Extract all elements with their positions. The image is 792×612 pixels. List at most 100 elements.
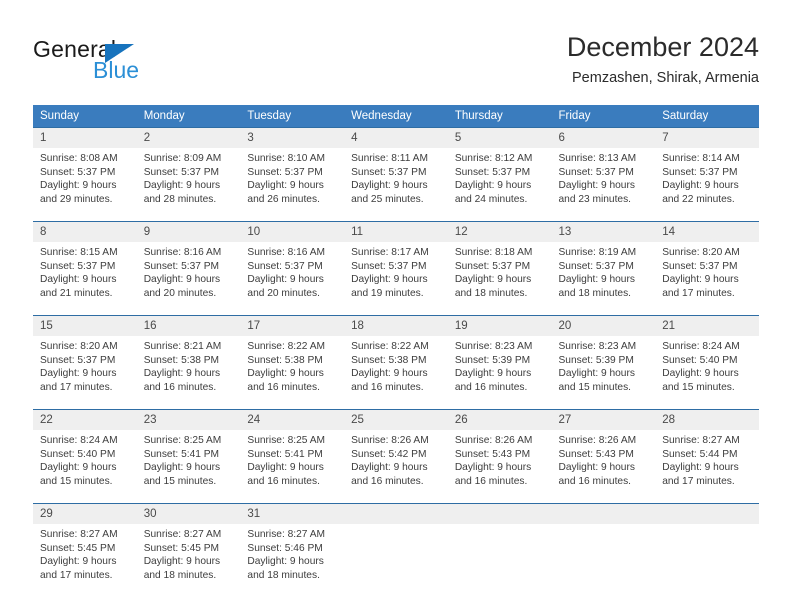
sunrise-text: Sunrise: 8:21 AM: [143, 341, 222, 352]
day-cell[interactable]: 30 Sunrise: 8:27 AM Sunset: 5:45 PM Dayl…: [136, 503, 241, 597]
sunrise-text: Sunrise: 8:26 AM: [558, 435, 637, 446]
sunset-text: Sunset: 5:37 PM: [40, 354, 116, 366]
sunset-text: Sunset: 5:37 PM: [143, 260, 220, 272]
daylight-text-line1: Daylight: 9 hours: [454, 274, 532, 286]
day-cell[interactable]: 28 Sunrise: 8:27 AM Sunset: 5:44 PM Dayl…: [655, 409, 759, 504]
day-number: 23: [136, 410, 241, 430]
day-cell[interactable]: 18 Sunrise: 8:22 AM Sunset: 5:38 PM Dayl…: [344, 315, 448, 410]
day-cell[interactable]: 24 Sunrise: 8:25 AM Sunset: 5:41 PM Dayl…: [240, 409, 345, 504]
sunrise-text: Sunrise: 8:09 AM: [143, 153, 222, 164]
day-cell[interactable]: 14 Sunrise: 8:20 AM Sunset: 5:37 PM Dayl…: [655, 221, 759, 316]
sunrise-text: Sunrise: 8:24 AM: [662, 341, 740, 352]
day-cell[interactable]: 20 Sunrise: 8:23 AM Sunset: 5:39 PM Dayl…: [551, 315, 656, 410]
sunset-text: Sunset: 5:37 PM: [558, 260, 634, 272]
day-cell[interactable]: 9 Sunrise: 8:16 AM Sunset: 5:37 PM Dayli…: [136, 221, 241, 316]
daylight-text-line2: and 24 minutes.: [454, 193, 528, 205]
day-cell[interactable]: 13 Sunrise: 8:19 AM Sunset: 5:37 PM Dayl…: [551, 221, 656, 316]
day-cell[interactable]: 8 Sunrise: 8:15 AM Sunset: 5:37 PM Dayli…: [33, 221, 137, 316]
day-details: Sunrise: 8:09 AM Sunset: 5:37 PM Dayligh…: [137, 148, 241, 221]
sunset-text: Sunset: 5:37 PM: [247, 260, 323, 272]
weekday-header-monday: Monday: [136, 105, 241, 128]
calendar-header-row: Sunday Monday Tuesday Wednesday Thursday…: [33, 105, 759, 128]
day-cell[interactable]: 23 Sunrise: 8:25 AM Sunset: 5:41 PM Dayl…: [136, 409, 241, 504]
sunset-text: Sunset: 5:37 PM: [454, 260, 531, 272]
daylight-text-line1: Daylight: 9 hours: [558, 274, 635, 286]
day-cell[interactable]: 12 Sunrise: 8:18 AM Sunset: 5:37 PM Dayl…: [447, 221, 552, 316]
day-cell[interactable]: 7 Sunrise: 8:14 AM Sunset: 5:37 PM Dayli…: [655, 127, 759, 222]
sunrise-text: Sunrise: 8:27 AM: [40, 529, 118, 540]
day-cell[interactable]: 15 Sunrise: 8:20 AM Sunset: 5:37 PM Dayl…: [33, 315, 137, 410]
daylight-text-line2: and 28 minutes.: [143, 193, 217, 205]
sunset-text: Sunset: 5:44 PM: [662, 448, 738, 460]
calendar-table: Sunday Monday Tuesday Wednesday Thursday…: [33, 105, 759, 597]
day-cell[interactable]: 21 Sunrise: 8:24 AM Sunset: 5:40 PM Dayl…: [655, 315, 759, 410]
daylight-text-line2: and 16 minutes.: [247, 475, 320, 487]
day-cell[interactable]: 29 Sunrise: 8:27 AM Sunset: 5:45 PM Dayl…: [33, 503, 137, 597]
day-cell[interactable]: 27 Sunrise: 8:26 AM Sunset: 5:43 PM Dayl…: [551, 409, 656, 504]
day-cell[interactable]: 11 Sunrise: 8:17 AM Sunset: 5:37 PM Dayl…: [344, 221, 448, 316]
daylight-text-line2: and 16 minutes.: [454, 381, 528, 393]
day-cell[interactable]: 16 Sunrise: 8:21 AM Sunset: 5:38 PM Dayl…: [136, 315, 241, 410]
day-number: 29: [33, 504, 137, 524]
daylight-text-line1: Daylight: 9 hours: [40, 180, 117, 192]
daylight-text-line1: Daylight: 9 hours: [247, 368, 324, 380]
day-number: 17: [240, 316, 345, 336]
day-cell[interactable]: 3 Sunrise: 8:10 AM Sunset: 5:37 PM Dayli…: [240, 127, 345, 222]
sunset-text: Sunset: 5:37 PM: [143, 166, 220, 178]
sunrise-text: Sunrise: 8:19 AM: [558, 247, 637, 258]
daylight-text-line2: and 18 minutes.: [247, 569, 320, 581]
sunrise-text: Sunrise: 8:20 AM: [662, 247, 740, 258]
weekday-header-friday: Friday: [551, 105, 656, 128]
day-details: Sunrise: 8:17 AM Sunset: 5:37 PM Dayligh…: [344, 242, 448, 315]
page-title: December 2024: [566, 32, 759, 62]
day-cell[interactable]: 26 Sunrise: 8:26 AM Sunset: 5:43 PM Dayl…: [447, 409, 552, 504]
day-cell-empty: [344, 503, 448, 597]
sunrise-text: Sunrise: 8:08 AM: [40, 153, 118, 164]
daylight-text-line1: Daylight: 9 hours: [143, 180, 221, 192]
day-cell[interactable]: 22 Sunrise: 8:24 AM Sunset: 5:40 PM Dayl…: [33, 409, 137, 504]
daylight-text-line2: and 15 minutes.: [143, 475, 217, 487]
day-cell[interactable]: 25 Sunrise: 8:26 AM Sunset: 5:42 PM Dayl…: [344, 409, 448, 504]
sunset-text: Sunset: 5:37 PM: [247, 166, 323, 178]
daylight-text-line2: and 23 minutes.: [558, 193, 632, 205]
day-cell[interactable]: 4 Sunrise: 8:11 AM Sunset: 5:37 PM Dayli…: [344, 127, 448, 222]
daylight-text-line1: Daylight: 9 hours: [558, 368, 635, 380]
sunset-text: Sunset: 5:37 PM: [351, 166, 427, 178]
day-cell[interactable]: 2 Sunrise: 8:09 AM Sunset: 5:37 PM Dayli…: [136, 127, 241, 222]
daylight-text-line1: Daylight: 9 hours: [351, 274, 428, 286]
sunset-text: Sunset: 5:39 PM: [454, 354, 531, 366]
day-cell[interactable]: 10 Sunrise: 8:16 AM Sunset: 5:37 PM Dayl…: [240, 221, 345, 316]
day-number: 11: [344, 222, 448, 242]
sunset-text: Sunset: 5:37 PM: [40, 166, 116, 178]
day-details: Sunrise: 8:26 AM Sunset: 5:42 PM Dayligh…: [344, 430, 448, 503]
title-block: December 2024 Pemzashen, Shirak, Armenia: [567, 30, 759, 89]
day-cell[interactable]: 19 Sunrise: 8:23 AM Sunset: 5:39 PM Dayl…: [447, 315, 552, 410]
day-number: 18: [344, 316, 448, 336]
day-cell[interactable]: 1 Sunrise: 8:08 AM Sunset: 5:37 PM Dayli…: [33, 127, 137, 222]
day-number: 3: [240, 128, 345, 148]
day-cell-empty: [447, 503, 552, 597]
day-cell[interactable]: 31 Sunrise: 8:27 AM Sunset: 5:46 PM Dayl…: [240, 503, 345, 597]
day-cell[interactable]: 6 Sunrise: 8:13 AM Sunset: 5:37 PM Dayli…: [551, 127, 656, 222]
day-cell[interactable]: 5 Sunrise: 8:12 AM Sunset: 5:37 PM Dayli…: [447, 127, 552, 222]
daylight-text-line1: Daylight: 9 hours: [247, 274, 324, 286]
day-cell[interactable]: 17 Sunrise: 8:22 AM Sunset: 5:38 PM Dayl…: [240, 315, 345, 410]
daylight-text-line1: Daylight: 9 hours: [247, 462, 324, 474]
daylight-text-line1: Daylight: 9 hours: [143, 368, 221, 380]
weekday-header-thursday: Thursday: [447, 105, 552, 128]
sunset-text: Sunset: 5:37 PM: [40, 260, 116, 272]
day-details: Sunrise: 8:21 AM Sunset: 5:38 PM Dayligh…: [137, 336, 241, 409]
sunrise-text: Sunrise: 8:16 AM: [143, 247, 222, 258]
day-details: Sunrise: 8:20 AM Sunset: 5:37 PM Dayligh…: [33, 336, 137, 409]
sunset-text: Sunset: 5:39 PM: [558, 354, 634, 366]
daylight-text-line2: and 15 minutes.: [558, 381, 632, 393]
calendar-week-row: 29 Sunrise: 8:27 AM Sunset: 5:45 PM Dayl…: [33, 503, 759, 597]
logo-text-blue: Blue: [93, 57, 140, 83]
daylight-text-line1: Daylight: 9 hours: [454, 180, 532, 192]
day-details: Sunrise: 8:08 AM Sunset: 5:37 PM Dayligh…: [33, 148, 137, 221]
daylight-text-line1: Daylight: 9 hours: [40, 462, 117, 474]
daylight-text-line1: Daylight: 9 hours: [558, 180, 635, 192]
sunrise-text: Sunrise: 8:23 AM: [558, 341, 637, 352]
day-number: 26: [447, 410, 552, 430]
day-number: 12: [447, 222, 552, 242]
